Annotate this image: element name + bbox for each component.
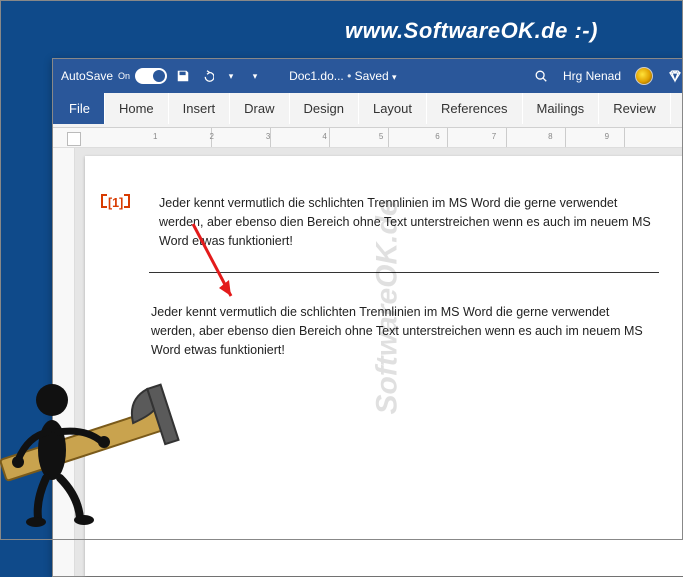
tab-draw[interactable]: Draw — [230, 93, 289, 124]
ribbon-tabs: File Home Insert Draw Design Layout Refe… — [53, 93, 683, 124]
tab-references[interactable]: References — [427, 93, 522, 124]
ruler-label: 4 — [322, 132, 326, 141]
tab-file[interactable]: File — [55, 93, 105, 124]
document-area: [1] Jeder kennt vermutlich die schlichte… — [53, 148, 683, 576]
search-icon[interactable] — [533, 68, 549, 84]
paragraph-2[interactable]: Jeder kennt vermutlich die schlichten Tr… — [151, 303, 651, 359]
diamond-icon[interactable] — [667, 68, 683, 84]
qat-more-icon[interactable]: ▾ — [247, 68, 263, 84]
ruler-label: 1 — [153, 132, 157, 141]
tab-layout[interactable]: Layout — [359, 93, 427, 124]
ruler-vertical[interactable] — [53, 148, 75, 576]
autosave-label: AutoSave — [61, 69, 113, 83]
titlebar: AutoSave On ▾ ▾ Doc1.do... • Saved ▾ Hrg… — [53, 59, 683, 93]
tab-mailings[interactable]: Mailings — [523, 93, 600, 124]
tab-view[interactable]: Vi — [671, 93, 683, 124]
autosave-switch[interactable] — [135, 68, 167, 84]
ruler-label: 7 — [492, 132, 496, 141]
autosave-state: On — [118, 71, 130, 81]
annotation-marker: [1] — [93, 194, 159, 250]
paragraph-1[interactable]: Jeder kennt vermutlich die schlichten Tr… — [159, 194, 659, 250]
word-window: AutoSave On ▾ ▾ Doc1.do... • Saved ▾ Hrg… — [52, 58, 683, 577]
save-icon[interactable] — [175, 68, 191, 84]
tab-insert[interactable]: Insert — [169, 93, 231, 124]
avatar[interactable] — [635, 67, 653, 85]
user-name[interactable]: Hrg Nenad — [563, 69, 621, 83]
site-header: www.SoftwareOK.de :-) — [0, 0, 683, 52]
separator-line — [149, 272, 659, 273]
autosave-toggle[interactable]: AutoSave On — [61, 68, 167, 84]
document-title[interactable]: Doc1.do... • Saved ▾ — [289, 69, 397, 83]
ruler-label: 9 — [605, 132, 609, 141]
ruler-label: 8 — [548, 132, 552, 141]
ruler-label: 3 — [266, 132, 270, 141]
ruler-label: 2 — [209, 132, 213, 141]
ruler-label: 6 — [435, 132, 439, 141]
ruler-label: 5 — [379, 132, 383, 141]
tab-design[interactable]: Design — [290, 93, 359, 124]
tab-home[interactable]: Home — [105, 93, 169, 124]
page[interactable]: [1] Jeder kennt vermutlich die schlichte… — [85, 156, 683, 576]
ruler-horizontal[interactable]: 1 2 3 4 5 6 7 8 9 — [53, 128, 683, 148]
dropdown-icon[interactable]: ▾ — [223, 68, 239, 84]
tab-review[interactable]: Review — [599, 93, 671, 124]
doc-name: Doc1.do... — [289, 69, 344, 83]
save-state: Saved — [355, 69, 389, 83]
undo-icon[interactable] — [199, 68, 215, 84]
